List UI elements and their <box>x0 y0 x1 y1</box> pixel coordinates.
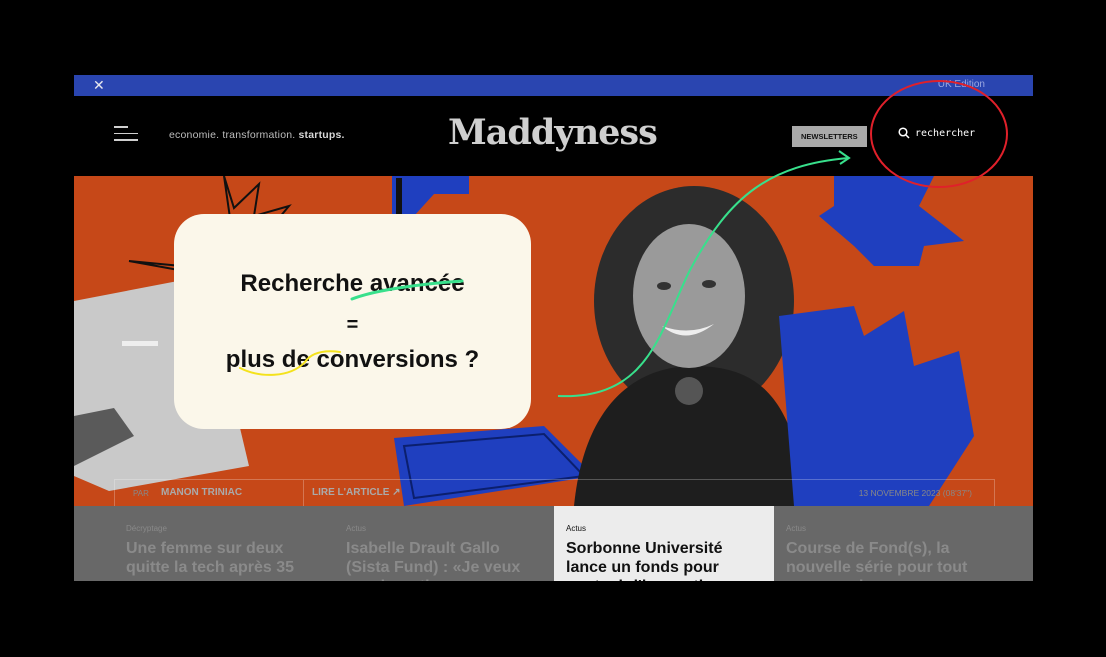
green-underline-stroke <box>350 279 464 301</box>
yellow-underline-stroke <box>239 350 341 376</box>
annotation-overlay <box>239 80 1008 398</box>
green-arrow-curve <box>557 157 849 398</box>
red-circle-highlight <box>870 80 1008 188</box>
